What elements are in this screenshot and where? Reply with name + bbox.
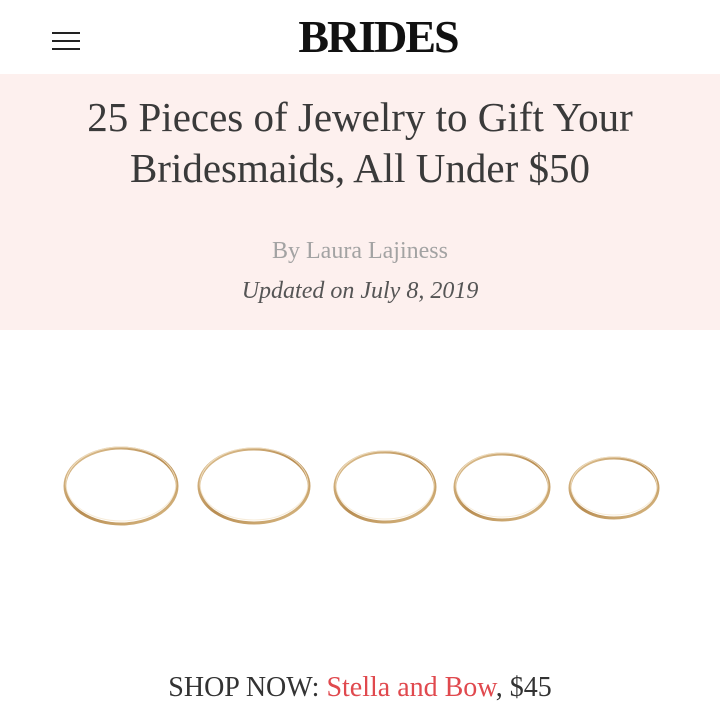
retailer-link[interactable]: Stella and Bow: [326, 672, 495, 703]
shop-separator: ,: [495, 672, 503, 703]
ring-highlight: [65, 446, 177, 522]
rings-illustration: [63, 446, 660, 526]
ring: [568, 456, 660, 520]
ring-highlight: [335, 450, 435, 520]
shop-now-label: SHOP NOW:: [168, 672, 320, 703]
ring: [453, 452, 551, 522]
ring: [333, 450, 437, 524]
site-header: BRIDES: [0, 0, 720, 74]
ring: [63, 446, 179, 526]
ring-highlight: [570, 456, 658, 516]
site-logo[interactable]: BRIDES: [0, 10, 720, 63]
article-headline: 25 Pieces of Jewelry to Gift Your Brides…: [87, 94, 633, 191]
ring: [197, 447, 311, 525]
ring-highlight: [199, 447, 309, 521]
updated-date: Updated on July 8, 2019: [241, 278, 479, 304]
article-header: 25 Pieces of Jewelry to Gift Your Brides…: [0, 74, 720, 330]
author-byline[interactable]: By Laura Lajiness: [0, 238, 720, 265]
product-image-rings: [0, 330, 720, 660]
product-price: $45: [509, 672, 552, 703]
ring-highlight: [455, 452, 549, 518]
shop-now-line: SHOP NOW: Stella and Bow, $45: [0, 672, 720, 704]
